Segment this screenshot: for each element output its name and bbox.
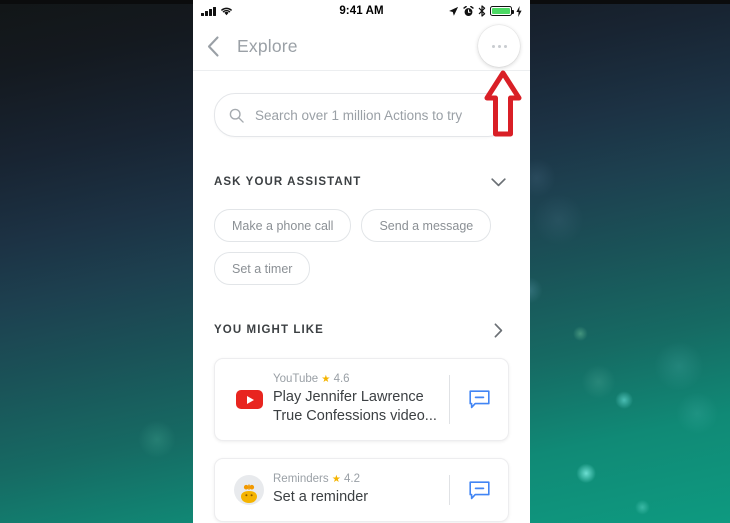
suggestion-card-reminders[interactable]: Reminders ★ 4.2 Set a reminder [214, 458, 509, 523]
back-button[interactable] [193, 22, 233, 70]
youtube-icon [235, 390, 263, 410]
suggestion-card-youtube[interactable]: YouTube ★ 4.6 Play Jennifer Lawrence Tru… [214, 358, 509, 442]
page-title: Explore [237, 35, 298, 56]
card-action-button-youtube[interactable] [462, 390, 496, 409]
card-divider [449, 475, 450, 506]
bluetooth-icon [478, 5, 486, 17]
section-expand-toggle-assistant[interactable] [487, 171, 509, 193]
section-more-you-might-like[interactable] [487, 319, 509, 341]
card-meta-reminders: Reminders ★ 4.2 [273, 473, 441, 485]
message-bubble-icon [468, 481, 490, 500]
alarm-clock-icon [463, 5, 474, 16]
chevron-left-icon [207, 35, 219, 57]
message-bubble-icon [468, 390, 490, 409]
section-title-assistant: ASK YOUR ASSISTANT [214, 176, 362, 188]
search-bar[interactable]: Search over 1 million Actions to try [214, 93, 509, 137]
wifi-icon [220, 7, 232, 16]
search-icon [229, 108, 244, 123]
card-title-line1: Set a reminder [273, 489, 369, 506]
app-header: Explore [193, 22, 530, 71]
card-app-name: Reminders [273, 473, 329, 486]
card-app-icon [227, 475, 271, 506]
section-title-you-might-like: YOU MIGHT LIKE [214, 324, 324, 336]
card-text: Reminders ★ 4.2 Set a reminder [271, 473, 441, 507]
search-input-placeholder[interactable]: Search over 1 million Actions to try [255, 108, 462, 123]
card-action-button-reminders[interactable] [462, 481, 496, 500]
card-title-line2: True Confessions video... [273, 408, 437, 425]
section-header-you-might-like: YOU MIGHT LIKE [214, 319, 509, 341]
status-bar-left [201, 6, 233, 16]
section-header-assistant: ASK YOUR ASSISTANT [214, 171, 509, 193]
location-arrow-icon [449, 6, 459, 16]
chip-send-a-message[interactable]: Send a message [361, 209, 492, 242]
card-title-line1: Play Jennifer Lawrence [273, 389, 424, 405]
reminders-avatar-icon [234, 475, 264, 506]
chevron-down-icon [490, 177, 506, 186]
signal-bars-icon [201, 6, 216, 16]
charging-bolt-icon [516, 5, 522, 17]
screenshot-stage: 9:41 AM Explore Search over 1 million Ac… [0, 0, 730, 523]
assistant-suggestion-chips: Make a phone call Send a message Set a t… [214, 209, 509, 285]
more-options-icon [491, 44, 495, 48]
chip-set-a-timer[interactable]: Set a timer [214, 252, 311, 285]
card-divider [449, 375, 450, 425]
rating-star-icon: ★ [331, 474, 341, 486]
card-rating: 4.6 [333, 373, 350, 385]
card-rating: 4.2 [343, 473, 360, 486]
card-meta-youtube: YouTube ★ 4.6 [273, 373, 441, 385]
status-bar: 9:41 AM [193, 0, 530, 22]
card-app-icon [227, 390, 271, 410]
rating-star-icon: ★ [321, 374, 331, 385]
status-bar-right [448, 5, 522, 17]
card-app-name: YouTube [273, 373, 319, 385]
phone-screen: 9:41 AM Explore Search over 1 million Ac… [193, 0, 530, 523]
chevron-right-icon [494, 322, 502, 338]
battery-icon [490, 6, 515, 16]
explore-content: Search over 1 million Actions to try ASK… [193, 93, 530, 523]
card-text: YouTube ★ 4.6 Play Jennifer Lawrence Tru… [271, 373, 441, 426]
more-options-button[interactable] [478, 25, 520, 67]
chip-make-a-phone-call[interactable]: Make a phone call [214, 209, 352, 242]
